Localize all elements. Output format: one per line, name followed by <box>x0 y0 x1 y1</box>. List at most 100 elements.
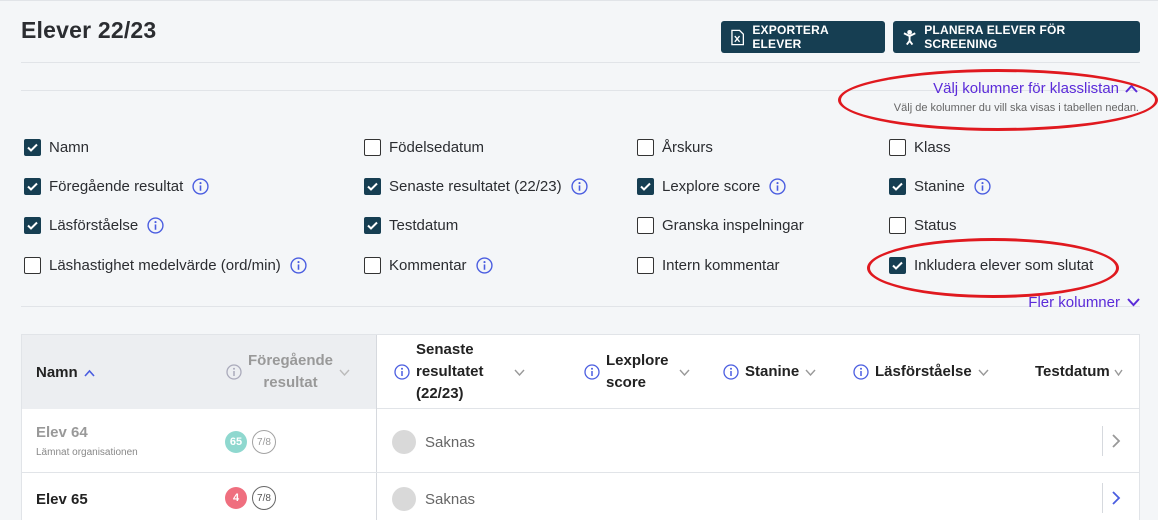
checkbox-checked[interactable] <box>364 177 381 195</box>
checkbox-unchecked[interactable] <box>889 216 906 234</box>
info-icon[interactable] <box>974 177 991 195</box>
column-option-label: Namn <box>49 138 90 156</box>
checkbox-checked[interactable] <box>24 216 41 234</box>
column-option-label: Klass <box>914 138 951 156</box>
column-header-comprehension[interactable]: Läsförståelse <box>853 361 989 383</box>
ratio-badge: 7/8 <box>252 486 276 510</box>
checkbox-unchecked[interactable] <box>24 256 41 274</box>
checkbox-unchecked[interactable] <box>364 256 381 274</box>
column-option-label: Status <box>914 216 957 234</box>
column-option-label: Föregående resultat <box>49 177 184 195</box>
checkbox-unchecked[interactable] <box>637 216 654 234</box>
more-columns-toggle[interactable]: Fler kolumner <box>1028 294 1140 311</box>
more-columns-label: Fler kolumner <box>1028 294 1120 311</box>
checkbox-checked[interactable] <box>889 177 906 195</box>
row-divider <box>1102 483 1103 513</box>
column-header-label: score <box>606 374 647 391</box>
column-option[interactable]: Föregående resultat <box>24 176 209 196</box>
page-title: Elever 22/23 <box>21 17 157 43</box>
status-dot <box>392 487 416 511</box>
student-status: Lämnat organisationen <box>36 447 138 458</box>
column-option[interactable]: Granska inspelningar <box>637 215 804 235</box>
info-icon[interactable] <box>570 177 588 195</box>
plan-screening-button[interactable]: PLANERA ELEVER FÖR SCREENING <box>893 21 1140 53</box>
students-table: Namn Föregående resultat Senaste resulta… <box>21 334 1140 520</box>
column-header-lexplore[interactable]: Lexplore score <box>584 350 690 394</box>
column-option[interactable]: Namn <box>24 137 89 157</box>
column-header-label: resultatet <box>416 363 484 380</box>
row-divider <box>1102 426 1103 456</box>
checkbox-checked[interactable] <box>364 216 381 234</box>
student-name: Elev 64 <box>36 424 88 441</box>
column-option[interactable]: Läshastighet medelvärde (ord/min) <box>24 255 307 275</box>
chevron-down-icon <box>978 369 989 376</box>
checkbox-checked[interactable] <box>24 138 41 156</box>
column-option[interactable]: Kommentar <box>364 255 493 275</box>
table-row[interactable]: Elev 64 Lämnat organisationen 65 7/8 Sak… <box>22 410 1139 473</box>
checkbox-unchecked[interactable] <box>889 138 906 156</box>
export-students-button[interactable]: EXPORTERA ELEVER <box>721 21 885 53</box>
latest-result: Saknas <box>425 434 476 451</box>
info-icon <box>723 364 739 380</box>
checkbox-checked[interactable] <box>637 177 654 195</box>
column-header-label: Senaste <box>416 341 474 358</box>
chevron-down-icon <box>1114 369 1123 376</box>
column-header-label: Läsförståelse <box>875 363 972 380</box>
info-icon[interactable] <box>192 177 209 195</box>
column-option[interactable]: Klass <box>889 137 951 157</box>
column-option-label: Läsförståelse <box>49 216 139 234</box>
latest-result: Saknas <box>425 491 476 508</box>
column-header-label: Namn <box>36 364 78 381</box>
column-option-label: Årskurs <box>662 138 713 156</box>
chevron-down-icon <box>514 369 525 376</box>
column-header-stanine[interactable]: Stanine <box>723 361 816 383</box>
plan-screening-label: PLANERA ELEVER FÖR SCREENING <box>924 23 1066 51</box>
column-option-label: Granska inspelningar <box>662 216 804 234</box>
checkbox-unchecked[interactable] <box>637 256 654 274</box>
column-option[interactable]: Årskurs <box>637 137 713 157</box>
annotation-ring <box>867 238 1119 298</box>
column-header-previous[interactable]: Föregående resultat <box>226 350 350 394</box>
info-icon[interactable] <box>147 216 164 234</box>
checkbox-checked[interactable] <box>24 177 41 195</box>
ratio-badge: 7/8 <box>252 430 276 454</box>
column-option[interactable]: Stanine <box>889 176 991 196</box>
column-option[interactable]: Senaste resultatet (22/23) <box>364 176 588 196</box>
column-option[interactable]: Status <box>889 215 957 235</box>
chevron-right-icon[interactable] <box>1112 491 1121 505</box>
chevron-down-icon <box>679 369 690 376</box>
chevron-right-icon[interactable] <box>1112 434 1121 448</box>
info-icon[interactable] <box>475 256 493 274</box>
column-option-label: Stanine <box>914 177 965 195</box>
column-header-label: Stanine <box>745 363 800 380</box>
column-option[interactable]: Lexplore score <box>637 176 787 196</box>
info-icon[interactable] <box>769 177 787 195</box>
column-header-test-date[interactable]: Testdatum <box>1035 361 1123 383</box>
column-header-name[interactable]: Namn <box>36 362 95 384</box>
student-name: Elev 65 <box>36 491 88 508</box>
annotation-ring <box>838 69 1158 131</box>
status-dot <box>392 430 416 454</box>
chevron-down-icon <box>339 369 350 376</box>
column-option-label: Födelsedatum <box>389 138 485 156</box>
column-option-label: Senaste resultatet (22/23) <box>389 177 562 195</box>
checkbox-unchecked[interactable] <box>637 138 654 156</box>
divider <box>21 306 1140 307</box>
excel-file-icon <box>731 29 745 45</box>
column-header-latest[interactable]: Senaste resultatet (22/23) <box>394 339 525 405</box>
column-option-label: Kommentar <box>389 256 467 274</box>
info-icon <box>394 364 410 380</box>
table-row[interactable]: Elev 65 4 7/8 Saknas <box>22 474 1139 520</box>
column-option[interactable]: Intern kommentar <box>637 255 780 275</box>
column-header-label: Lexplore <box>606 352 669 369</box>
info-icon[interactable] <box>290 256 307 274</box>
checkbox-unchecked[interactable] <box>364 138 381 156</box>
column-option[interactable]: Testdatum <box>364 215 458 235</box>
column-option[interactable]: Läsförståelse <box>24 215 164 235</box>
info-icon <box>853 364 869 380</box>
column-header-label: Föregående <box>248 352 334 369</box>
column-option[interactable]: Födelsedatum <box>364 137 484 157</box>
chevron-down-icon <box>1127 298 1140 307</box>
top-border <box>0 0 1158 1</box>
column-option-label: Intern kommentar <box>662 256 780 274</box>
